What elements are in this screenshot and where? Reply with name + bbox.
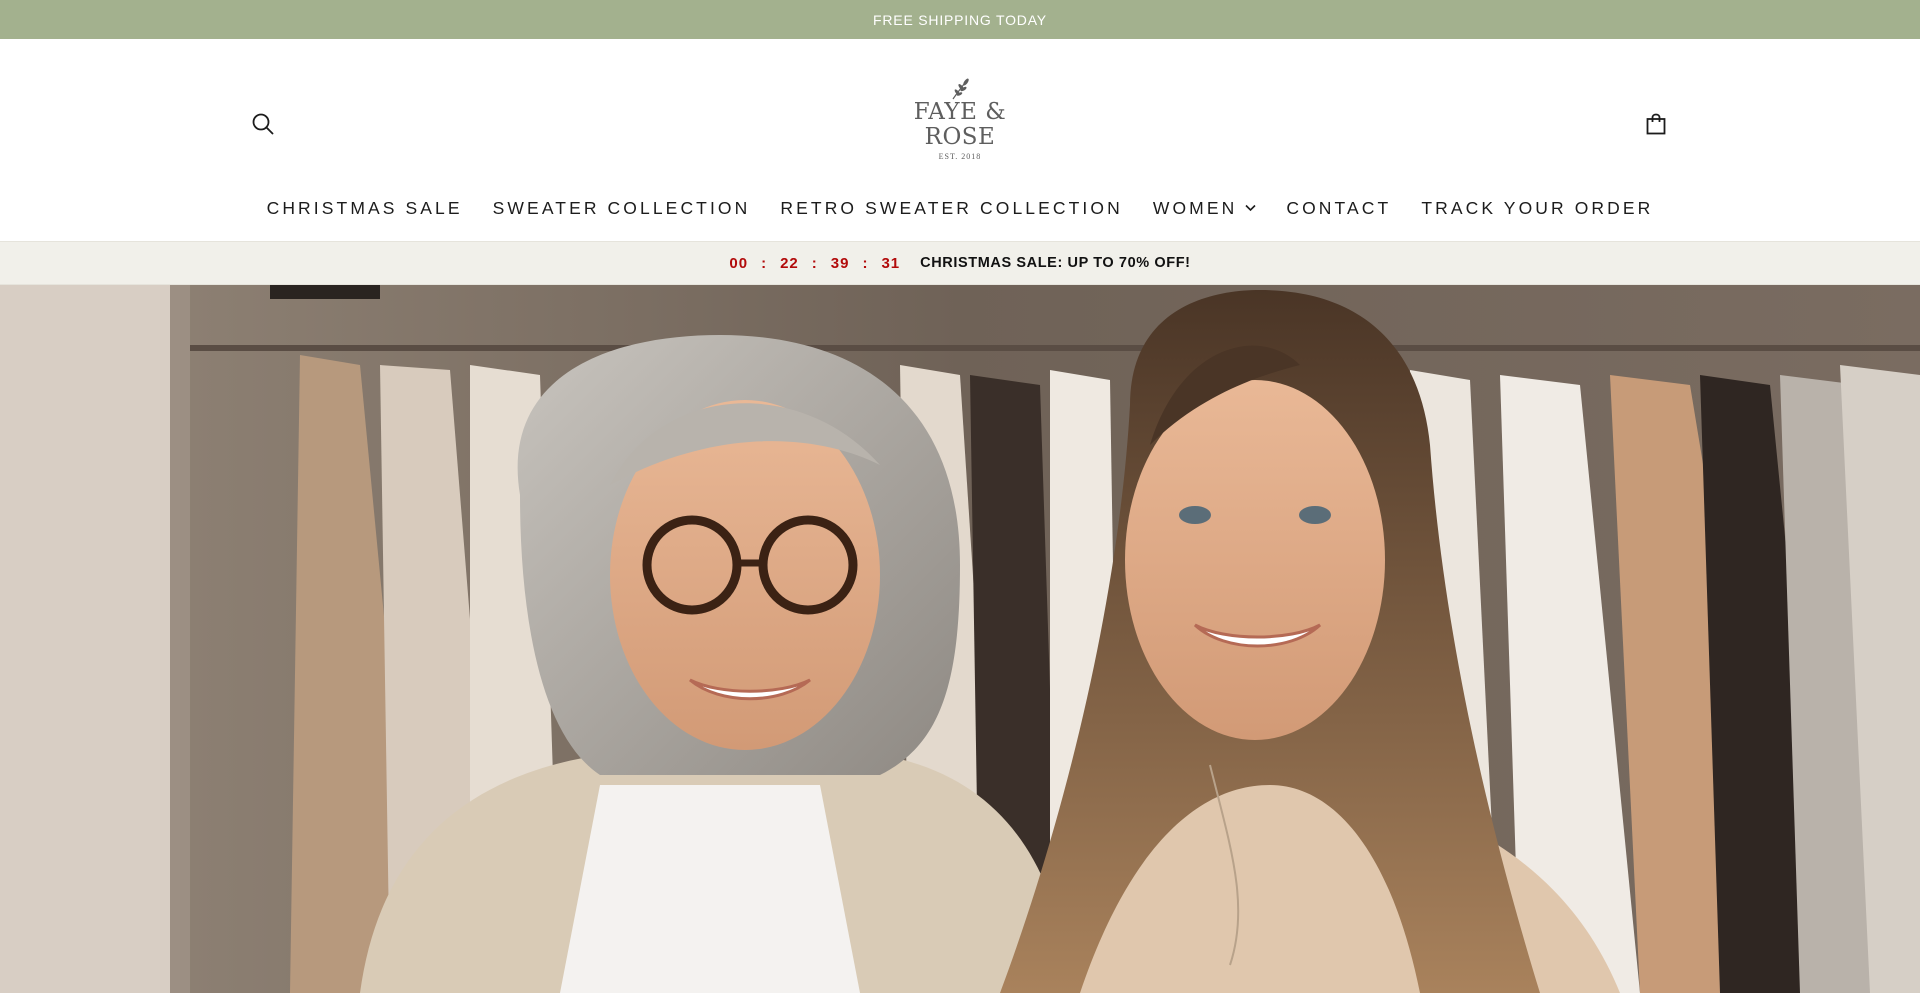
nav-item-label: TRACK YOUR ORDER	[1421, 197, 1654, 218]
timer-hours: 00	[729, 254, 749, 272]
nav-item-contact[interactable]: CONTACT	[1271, 198, 1406, 219]
timer-separator: :	[862, 254, 869, 272]
nav-item-retro-sweater-collection[interactable]: RETRO SWEATER COLLECTION	[765, 198, 1137, 219]
countdown-bar: 00 : 22 : 39 : 31 CHRISTMAS SALE: UP TO …	[0, 241, 1920, 285]
nav-item-label: CONTACT	[1286, 197, 1392, 218]
shopping-bag-icon	[1646, 113, 1666, 135]
hero-photo-illustration	[0, 285, 1920, 993]
leaf-sprig-icon	[952, 78, 969, 100]
logo-text-line1: FAYE &	[913, 99, 1007, 125]
main-navigation: CHRISTMAS SALE SWEATER COLLECTION RETRO …	[0, 191, 1920, 225]
site-header: FAYE & ROSE EST. 2018 CHRISTMAS SALE SWE…	[0, 39, 1920, 241]
nav-item-label: SWEATER COLLECTION	[492, 197, 751, 218]
hero-image	[0, 285, 1920, 993]
logo-established: EST. 2018	[938, 152, 982, 161]
timer-separator: :	[811, 254, 818, 272]
announcement-bar: FREE SHIPPING TODAY	[0, 0, 1920, 39]
sale-message[interactable]: CHRISTMAS SALE: UP TO 70% OFF!	[920, 255, 1190, 271]
nav-item-label: WOMEN	[1152, 197, 1238, 218]
nav-item-sweater-collection[interactable]: SWEATER COLLECTION	[478, 198, 766, 219]
nav-item-track-your-order[interactable]: TRACK YOUR ORDER	[1406, 198, 1668, 219]
logo[interactable]: FAYE & ROSE EST. 2018	[900, 75, 1020, 207]
search-icon	[252, 113, 274, 135]
logo-text-line2: ROSE	[924, 124, 996, 150]
timer-separator: :	[761, 254, 768, 272]
announcement-text: FREE SHIPPING TODAY	[873, 11, 1047, 28]
search-button[interactable]	[248, 109, 278, 139]
chevron-down-icon	[1245, 204, 1256, 212]
nav-item-women[interactable]: WOMEN	[1138, 198, 1272, 219]
cart-button[interactable]	[1641, 109, 1671, 139]
timer-minutes: 22	[780, 254, 799, 272]
countdown-timer: 00 : 22 : 39 : 31	[729, 255, 900, 272]
nav-item-label: CHRISTMAS SALE	[266, 197, 463, 218]
timer-centiseconds: 31	[881, 254, 901, 272]
nav-item-christmas-sale[interactable]: CHRISTMAS SALE	[252, 198, 478, 219]
nav-item-label: RETRO SWEATER COLLECTION	[780, 197, 1123, 218]
timer-seconds: 39	[830, 254, 850, 272]
